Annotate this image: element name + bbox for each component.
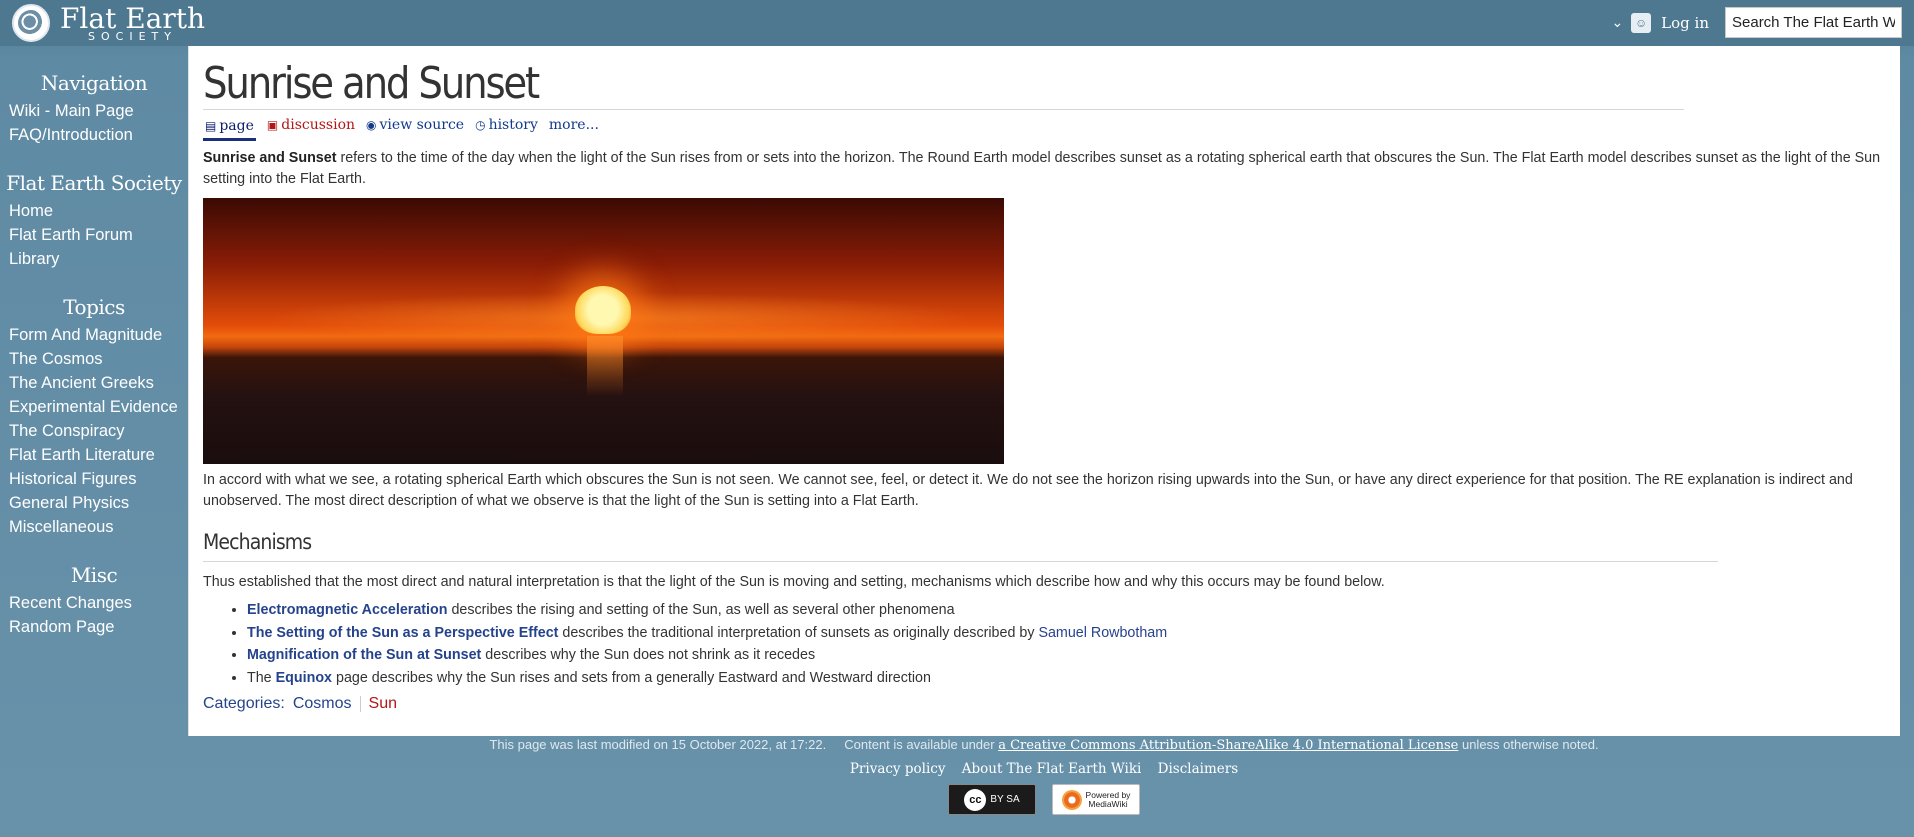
disclaimers-link[interactable]: Disclaimers — [1158, 761, 1239, 777]
eye-icon: ◉ — [366, 117, 377, 132]
tab-label: discussion — [281, 116, 356, 133]
sun-graphic — [575, 286, 631, 334]
categories-label[interactable]: Categories: — [203, 695, 285, 713]
discussion-icon: ▣ — [266, 117, 279, 132]
last-modified: This page was last modified on 15 Octobe… — [489, 737, 827, 752]
sidebar-item-historical-figures[interactable]: Historical Figures — [0, 467, 188, 491]
intro-paragraph: Sunrise and Sunset refers to the time of… — [203, 148, 1886, 190]
categories-bar: Categories: Cosmos Sun — [203, 695, 1886, 713]
sidebar-section-topics: Topics Form And Magnitude The Cosmos The… — [0, 295, 188, 539]
intro-bold: Sunrise and Sunset — [203, 150, 337, 166]
page-title: Sunrise and Sunset — [203, 56, 1685, 110]
page-icon: ▤ — [205, 118, 217, 133]
tab-label: history — [488, 116, 538, 133]
sidebar-heading: Misc — [70, 563, 118, 587]
tab-history[interactable]: ◷ history — [475, 117, 538, 136]
tab-page[interactable]: ▤ page — [203, 118, 256, 141]
sidebar-item-the-conspiracy[interactable]: The Conspiracy — [0, 419, 188, 443]
sidebar-item-experimental-evidence[interactable]: Experimental Evidence — [0, 395, 188, 419]
clock-icon: ◷ — [475, 117, 486, 132]
tab-more[interactable]: more... — [549, 117, 599, 136]
cc-icon: cc — [964, 788, 987, 811]
main-content: Sunrise and Sunset ▤ page ▣ discussion ◉… — [188, 46, 1900, 736]
list-item: The Setting of the Sun as a Perspective … — [247, 622, 1886, 645]
user-icon[interactable]: ☺ — [1631, 12, 1652, 33]
sidebar-section-misc: Misc Recent Changes Random Page — [0, 563, 188, 639]
top-header: Flat Earth SOCIETY ⌄ ☺ Log in — [0, 0, 1914, 46]
sidebar-section-navigation: Navigation Wiki - Main Page FAQ/Introduc… — [0, 71, 188, 147]
mechanisms-list: Electromagnetic Acceleration describes t… — [247, 599, 1886, 689]
sidebar-item-form-and-magnitude[interactable]: Form And Magnitude — [0, 323, 188, 347]
tab-discussion[interactable]: ▣ discussion — [267, 117, 355, 136]
user-tools: ⌄ ☺ Log in — [1611, 7, 1902, 38]
category-sun[interactable]: Sun — [361, 695, 405, 713]
sidebar-item-flat-earth-literature[interactable]: Flat Earth Literature — [0, 443, 188, 467]
sidebar-heading: Navigation — [40, 71, 148, 95]
sidebar-item-wiki-main-page[interactable]: Wiki - Main Page — [0, 99, 188, 123]
chevron-down-icon[interactable]: ⌄ — [1611, 14, 1623, 31]
tab-label: page — [219, 117, 254, 134]
logo-title: Flat Earth — [60, 1, 206, 35]
sidebar-item-library[interactable]: Library — [0, 247, 188, 271]
link-equinox[interactable]: Equinox — [276, 670, 332, 686]
sidebar-section-flat-earth-society: Flat Earth Society Home Flat Earth Forum… — [0, 171, 188, 271]
sidebar-item-random-page[interactable]: Random Page — [0, 615, 188, 639]
privacy-policy-link[interactable]: Privacy policy — [850, 761, 946, 777]
about-link[interactable]: About The Flat Earth Wiki — [962, 761, 1142, 777]
list-item: The Equinox page describes why the Sun r… — [247, 667, 1886, 690]
tab-label: view source — [379, 116, 465, 133]
link-magnification[interactable]: Magnification of the Sun at Sunset — [247, 647, 481, 663]
login-link[interactable]: Log in — [1661, 14, 1709, 32]
mediawiki-badge[interactable]: Powered by MediaWiki — [1052, 784, 1140, 815]
footer-links: Privacy policy About The Flat Earth Wiki… — [188, 761, 1900, 777]
search-input[interactable] — [1725, 7, 1902, 38]
site-logo[interactable]: Flat Earth SOCIETY — [12, 3, 205, 43]
sidebar: Navigation Wiki - Main Page FAQ/Introduc… — [0, 46, 188, 649]
sidebar-heading: Topics — [63, 295, 125, 319]
paragraph: Thus established that the most direct an… — [203, 574, 1385, 590]
footer-badges: cc BY SA Powered by MediaWiki — [188, 784, 1900, 815]
sidebar-item-home[interactable]: Home — [0, 199, 188, 223]
footer-info: This page was last modified on 15 Octobe… — [489, 737, 1599, 753]
page-tabs: ▤ page ▣ discussion ◉ view source ◷ hist… — [203, 110, 1886, 142]
sidebar-item-faq[interactable]: FAQ/Introduction — [0, 123, 188, 147]
license-link[interactable]: a Creative Commons Attribution-ShareAlik… — [998, 738, 1458, 753]
sidebar-heading: Flat Earth Society — [6, 171, 182, 195]
sidebar-item-general-physics[interactable]: General Physics — [0, 491, 188, 515]
category-cosmos[interactable]: Cosmos — [285, 695, 360, 713]
link-samuel-rowbotham[interactable]: Samuel Rowbotham — [1038, 625, 1167, 641]
list-item: Electromagnetic Acceleration describes t… — [247, 599, 1886, 622]
sidebar-item-miscellaneous[interactable]: Miscellaneous — [0, 515, 188, 539]
tab-view-source[interactable]: ◉ view source — [366, 117, 464, 136]
link-perspective-effect[interactable]: The Setting of the Sun as a Perspective … — [247, 625, 558, 641]
sidebar-item-the-cosmos[interactable]: The Cosmos — [0, 347, 188, 371]
mediawiki-icon — [1061, 789, 1082, 810]
sunset-image — [203, 198, 1004, 464]
list-item: Magnification of the Sun at Sunset descr… — [247, 644, 1886, 667]
globe-logo-icon — [12, 4, 50, 42]
intro-text: refers to the time of the day when the l… — [203, 150, 1881, 187]
sidebar-item-forum[interactable]: Flat Earth Forum — [0, 223, 188, 247]
cc-license-badge[interactable]: cc BY SA — [948, 784, 1036, 815]
sidebar-item-recent-changes[interactable]: Recent Changes — [0, 591, 188, 615]
sidebar-item-ancient-greeks[interactable]: The Ancient Greeks — [0, 371, 188, 395]
link-electromagnetic-acceleration[interactable]: Electromagnetic Acceleration — [247, 602, 448, 618]
section-heading-mechanisms: Mechanisms — [203, 530, 1718, 562]
footer: This page was last modified on 15 Octobe… — [188, 737, 1900, 815]
paragraph: In accord with what we see, a rotating s… — [203, 472, 1853, 509]
